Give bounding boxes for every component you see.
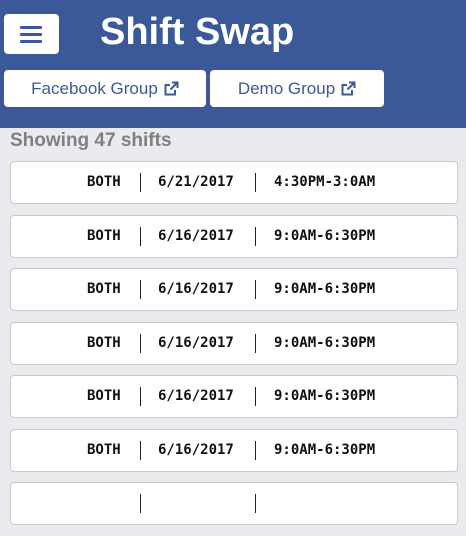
app-title: Shift Swap [100,11,295,53]
column-divider [140,226,141,246]
column-divider [255,173,256,192]
column-divider [255,280,256,299]
shift-time: 9:0AM-6:30PM [274,227,376,244]
shift-type: BOTH [87,227,121,244]
column-divider [140,494,141,513]
shift-type: BOTH [87,334,121,351]
column-divider [255,333,256,353]
column-divider [140,333,141,353]
shift-row[interactable]: BOTH 6/16/2017 9:0AM-6:30PM [10,214,458,258]
external-link-icon [341,81,356,95]
facebook-group-label: Facebook Group [31,78,158,98]
hamburger-menu-icon-bar [20,40,42,43]
demo-group-label: Demo Group [237,78,336,98]
column-divider [140,387,141,406]
shift-date: 6/16/2017 [158,388,234,404]
facebook-group-button[interactable]: Facebook Group [4,70,206,107]
external-link-icon [164,81,179,95]
hamburger-menu-icon-bar [20,33,42,36]
shift-date: 6/21/2017 [158,174,234,190]
shift-type: BOTH [87,441,121,458]
shift-date: 6/16/2017 [158,281,234,297]
hamburger-menu-icon [20,26,42,29]
column-divider [255,440,256,460]
shift-type: BOTH [87,174,121,190]
shift-count-label: Showing 47 shifts [10,130,172,151]
shift-date: 6/16/2017 [158,334,234,351]
menu-button[interactable] [4,14,59,54]
shift-time: 9:0AM-6:30PM [274,388,376,404]
column-divider [255,226,256,246]
shift-row[interactable] [10,482,458,525]
shift-time: 9:0AM-6:30PM [274,281,376,297]
shift-row[interactable]: BOTH 6/16/2017 9:0AM-6:30PM [10,375,458,418]
shift-row[interactable]: BOTH 6/16/2017 9:0AM-6:30PM [10,321,458,365]
column-divider [255,387,256,406]
column-divider [255,494,256,513]
shift-time: 9:0AM-6:30PM [274,441,376,458]
shift-time: 9:0AM-6:30PM [274,334,376,351]
app-header: Shift Swap Facebook Group Demo Group [0,0,466,128]
shift-row[interactable]: BOTH 6/16/2017 9:0AM-6:30PM [10,428,458,472]
shift-row[interactable]: BOTH 6/21/2017 4:30PM-3:0AM [10,161,458,204]
shift-date: 6/16/2017 [158,227,234,244]
column-divider [140,173,141,192]
shift-type: BOTH [87,388,121,404]
shift-time: 4:30PM-3:0AM [274,174,376,190]
column-divider [140,440,141,460]
demo-group-button[interactable]: Demo Group [210,70,384,107]
shift-date: 6/16/2017 [158,441,234,458]
shift-type: BOTH [87,281,121,297]
column-divider [140,280,141,299]
shift-row[interactable]: BOTH 6/16/2017 9:0AM-6:30PM [10,268,458,311]
shift-list: BOTH 6/21/2017 4:30PM-3:0AM BOTH 6/16/20… [10,161,458,536]
